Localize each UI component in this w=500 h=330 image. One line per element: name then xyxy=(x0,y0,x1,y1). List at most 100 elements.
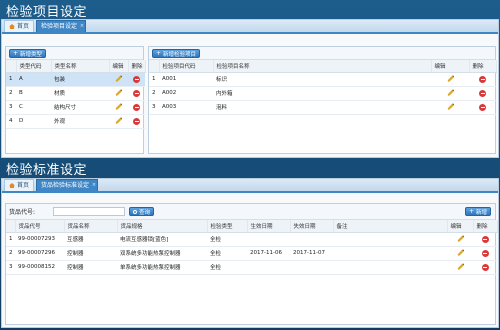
home-icon xyxy=(9,183,15,188)
row-number: 3 xyxy=(6,260,15,275)
expiry-date xyxy=(290,260,333,275)
tab-home[interactable]: 首页 xyxy=(4,179,35,191)
item-toolbar: + 新增检验项目 xyxy=(149,47,495,60)
type-code: D xyxy=(16,114,51,129)
col-product-name: 货品名称 xyxy=(64,220,118,233)
edit-icon[interactable] xyxy=(456,263,464,271)
table-row[interactable]: 1 A001 标识 xyxy=(149,72,496,87)
add-type-button[interactable]: + 新增类型 xyxy=(9,49,47,58)
delete-icon[interactable] xyxy=(133,75,140,83)
item-name: 标识 xyxy=(213,72,431,87)
row-number: 4 xyxy=(6,114,16,129)
section-title-inspection-standards: 检验标准设定 xyxy=(6,163,88,178)
item-name: 泡料 xyxy=(213,100,431,115)
tab-inspection-standards[interactable]: 货品检验标准设定 × xyxy=(36,179,99,191)
tab-bar: 首页 货品检验标准设定 × xyxy=(2,179,498,193)
effective-date xyxy=(247,260,290,275)
delete-icon[interactable] xyxy=(133,103,140,111)
search-bar: 货品代号: 查询 + 新增 xyxy=(6,204,495,220)
table-row[interactable]: 3 A003 泡料 xyxy=(149,100,496,115)
edit-icon[interactable] xyxy=(115,75,122,83)
col-remark: 备注 xyxy=(333,220,448,233)
delete-icon[interactable] xyxy=(479,89,486,97)
delete-icon[interactable] xyxy=(481,235,489,243)
plus-icon: + xyxy=(468,207,474,215)
type-name: 包装 xyxy=(51,72,109,87)
col-rownum xyxy=(149,60,160,73)
table-row[interactable]: 1 99-00007293 互感器 电流互感器锁[蓝色] 全检 xyxy=(6,232,497,247)
edit-icon[interactable] xyxy=(115,103,122,111)
table-row[interactable]: 3 C 结构尺寸 xyxy=(6,100,145,115)
inspection-item-table: 检验项目代码 检验项目名称 编辑 删除 1 A001 标识 2 A002 内外箱… xyxy=(149,60,497,115)
product-code-input[interactable] xyxy=(53,207,126,216)
delete-icon[interactable] xyxy=(481,249,489,257)
home-icon xyxy=(9,24,15,29)
col-product-code: 货品代号 xyxy=(15,220,65,233)
col-edit: 编辑 xyxy=(447,220,474,233)
product-name: 控制器 xyxy=(64,260,117,275)
add-standard-button[interactable]: + 新增 xyxy=(464,207,491,216)
product-name: 控制器 xyxy=(64,246,117,261)
table-row[interactable]: 1 A 包装 xyxy=(6,72,145,87)
delete-icon[interactable] xyxy=(479,103,486,111)
remark xyxy=(333,232,447,247)
add-standard-label: 新增 xyxy=(475,209,487,216)
col-rownum xyxy=(6,220,16,233)
effective-date: 2017-11-06 xyxy=(247,246,290,261)
col-item-name: 检验项目名称 xyxy=(213,60,432,73)
standards-table: 货品代号 货品名称 货品规格 检验类型 生效日期 失效日期 备注 编辑 删除 1… xyxy=(6,220,498,275)
table-row[interactable]: 2 B 材质 xyxy=(6,86,145,101)
product-name: 互感器 xyxy=(64,232,117,247)
delete-icon[interactable] xyxy=(133,89,140,97)
row-number: 2 xyxy=(6,246,15,261)
table-row[interactable]: 2 A002 内外箱 xyxy=(149,86,496,101)
product-code-label: 货品代号: xyxy=(9,209,36,216)
tab-label: 检验项目设定 xyxy=(41,22,78,30)
col-type-name: 类型名称 xyxy=(51,60,110,73)
tab-home[interactable]: 首页 xyxy=(4,20,35,32)
tab-inspection-items[interactable]: 检验项目设定 × xyxy=(36,20,87,32)
add-inspection-item-button[interactable]: + 新增检验项目 xyxy=(152,49,201,58)
product-code: 99-00007293 xyxy=(15,232,64,247)
col-delete: 删除 xyxy=(473,220,498,233)
section-title-inspection-items: 检验项目设定 xyxy=(6,5,88,20)
edit-icon[interactable] xyxy=(446,103,454,111)
item-table-header: 检验项目代码 检验项目名称 编辑 删除 xyxy=(149,60,497,73)
edit-icon[interactable] xyxy=(446,75,454,83)
close-icon[interactable]: × xyxy=(80,20,84,32)
delete-icon[interactable] xyxy=(481,263,489,271)
row-number: 2 xyxy=(6,86,16,101)
table-row[interactable]: 4 D 外观 xyxy=(6,114,145,129)
row-number: 2 xyxy=(149,86,159,101)
table-row[interactable]: 2 99-00007296 控制器 双系统多功能热泵控制器 全检 2017-11… xyxy=(6,246,497,261)
type-name: 材质 xyxy=(51,86,109,101)
search-icon xyxy=(133,209,138,214)
col-inspection-type: 检验类型 xyxy=(207,220,248,233)
col-edit: 编辑 xyxy=(431,60,470,73)
search-button[interactable]: 查询 xyxy=(129,207,155,216)
edit-icon[interactable] xyxy=(446,89,454,97)
tab-home-label: 首页 xyxy=(17,181,30,189)
inspection-items-panel: 首页 检验项目设定 × + 新增类型 类型代码 类型名称 编辑 删除 1 A 包装 xyxy=(1,19,499,158)
product-spec: 单系统多功能热泵控制器 xyxy=(117,260,207,275)
edit-icon[interactable] xyxy=(115,89,122,97)
edit-icon[interactable] xyxy=(456,235,464,243)
close-icon[interactable]: × xyxy=(92,179,96,191)
plus-icon: + xyxy=(13,49,19,57)
row-number: 1 xyxy=(149,72,159,87)
table-row[interactable]: 3 99-00008152 控制器 单系统多功能热泵控制器 全检 xyxy=(6,260,497,275)
type-list-panel: + 新增类型 类型代码 类型名称 编辑 删除 1 A 包装 2 B 材质 3 C… xyxy=(5,46,146,154)
col-item-code: 检验项目代码 xyxy=(159,60,214,73)
standards-content: 货品代号: 查询 + 新增 货品代号 货品名称 货品规格 检验类型 生效日期 失效… xyxy=(5,203,498,325)
row-number: 3 xyxy=(149,100,159,115)
type-name: 结构尺寸 xyxy=(51,100,109,115)
col-product-spec: 货品规格 xyxy=(117,220,208,233)
delete-icon[interactable] xyxy=(133,117,140,125)
edit-icon[interactable] xyxy=(115,117,122,125)
row-number: 1 xyxy=(6,72,16,87)
product-spec: 电流互感器锁[蓝色] xyxy=(117,232,207,247)
delete-icon[interactable] xyxy=(479,75,486,83)
type-table-header: 类型代码 类型名称 编辑 删除 xyxy=(6,60,146,73)
edit-icon[interactable] xyxy=(456,249,464,257)
inspection-standards-panel: 首页 货品检验标准设定 × 货品代号: 查询 + 新增 货品代号 货品名称 货品规… xyxy=(1,178,499,328)
